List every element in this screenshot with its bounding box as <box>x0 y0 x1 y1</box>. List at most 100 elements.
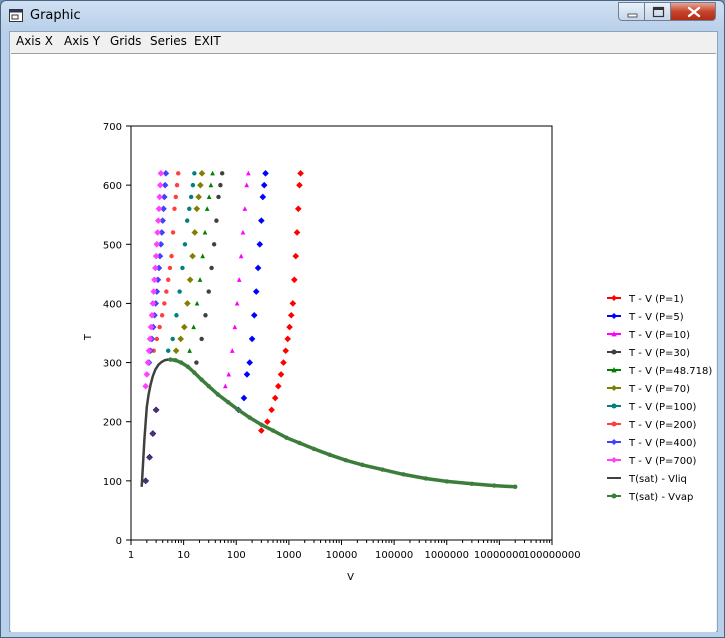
data-point <box>360 462 365 468</box>
client-area: Axis X Axis Y Grids Series EXIT 1 10 100 10… <box>9 31 718 632</box>
data-point <box>187 206 192 212</box>
y-tick-label: 600 <box>103 181 122 192</box>
data-point <box>343 457 348 463</box>
data-point <box>147 454 152 460</box>
x-tick-label: 10000000 <box>474 550 525 561</box>
chart: 1 10 100 1000 10000 100000 1000000 100000001000… <box>83 122 712 583</box>
data-point <box>203 313 208 318</box>
close-button[interactable] <box>670 2 716 21</box>
x-tick-label: 100000 <box>375 550 413 561</box>
window-title: Graphic <box>30 8 81 23</box>
data-point <box>180 265 185 271</box>
data-point <box>219 171 225 176</box>
data-point <box>611 421 617 427</box>
data-point <box>170 336 175 342</box>
data-point <box>166 348 171 353</box>
menu-bar: Axis X Axis Y Grids Series EXIT <box>10 32 717 52</box>
maximize-button[interactable] <box>644 2 671 21</box>
data-point <box>176 171 181 176</box>
data-point <box>194 360 199 365</box>
data-point <box>166 277 171 282</box>
legend-label: T - V (P=400) <box>628 438 696 449</box>
data-point <box>173 194 179 200</box>
data-point <box>206 384 211 389</box>
title-bar[interactable]: Graphic <box>1 1 724 31</box>
data-point <box>611 385 617 391</box>
y-tick-label: 300 <box>103 359 122 370</box>
data-point <box>174 313 179 318</box>
data-point <box>157 324 162 330</box>
x-tick-label: 100000000 <box>523 550 580 561</box>
data-point <box>192 370 197 375</box>
y-axis-label: T <box>83 333 94 341</box>
legend-item: T - V (P=70) <box>607 384 690 395</box>
data-point <box>225 399 231 405</box>
data-point <box>259 422 264 427</box>
data-point <box>444 479 449 484</box>
legend-item: T - V (P=10) <box>607 330 690 341</box>
legend-item: T(sat) - Vliq <box>607 474 687 485</box>
data-point <box>168 357 173 362</box>
data-point <box>611 295 617 301</box>
data-point <box>423 476 429 481</box>
data-point <box>401 472 406 477</box>
legend-label: T(sat) - Vliq <box>628 474 687 485</box>
data-point <box>211 242 217 247</box>
y-tick-label: 200 <box>103 418 122 429</box>
legend-item: T - V (P=1) <box>607 294 684 305</box>
menu-axis-y[interactable]: Axis Y <box>64 34 100 48</box>
plot-frame <box>130 125 553 541</box>
menu-grids[interactable]: Grids <box>110 34 141 48</box>
data-point <box>199 336 204 342</box>
data-point <box>185 218 190 223</box>
data-point <box>513 484 518 489</box>
data-point <box>297 440 302 446</box>
y-tick-label: 700 <box>103 122 122 133</box>
y-tick-label: 500 <box>103 240 122 251</box>
legend-label: T - V (P=1) <box>628 294 684 305</box>
minimize-icon <box>627 13 638 18</box>
maximize-icon <box>652 6 665 18</box>
data-point <box>611 403 617 409</box>
menu-series[interactable]: Series <box>150 34 187 48</box>
menu-axis-x[interactable]: Axis X <box>16 34 53 48</box>
data-point <box>327 452 333 458</box>
data-point <box>199 377 204 382</box>
legend-label: T - V (P=30) <box>628 348 690 359</box>
legend-item: T - V (P=200) <box>607 420 696 431</box>
data-point <box>214 218 219 223</box>
legend-item: T - V (P=5) <box>607 312 684 323</box>
x-tick-label: 1000000 <box>424 550 469 561</box>
data-point <box>270 428 276 433</box>
data-point <box>380 467 385 472</box>
data-point <box>492 483 497 488</box>
data-point <box>150 431 156 436</box>
data-point <box>162 301 167 306</box>
legend-item: T - V (P=30) <box>607 348 690 359</box>
data-point <box>177 289 182 294</box>
legend-label: T - V (P=48.718) <box>628 366 712 377</box>
data-point <box>164 289 169 294</box>
legend-label: T(sat) - Vvap <box>628 492 693 503</box>
y-tick-label: 400 <box>103 299 122 310</box>
legend-item: T(sat) - Vvap <box>607 492 693 503</box>
data-point <box>179 360 184 365</box>
data-point <box>218 182 223 188</box>
data-point <box>611 313 617 319</box>
data-point <box>169 253 174 259</box>
x-tick-label: 100 <box>227 550 246 561</box>
legend-label: T - V (P=700) <box>628 456 696 467</box>
x-tick-label: 10 <box>177 550 190 561</box>
minimize-button[interactable] <box>618 2 645 21</box>
legend-label: T - V (P=5) <box>628 312 684 323</box>
data-point <box>182 242 188 247</box>
data-point <box>174 182 180 188</box>
plot-area: 1 10 100 1000 10000 100000 1000000 10000000 1000… <box>11 53 716 632</box>
data-point <box>172 206 177 212</box>
data-point <box>611 349 617 355</box>
close-icon <box>687 6 701 18</box>
app-window-icon <box>9 9 23 22</box>
menu-exit[interactable]: EXIT <box>194 34 221 48</box>
y-tick-label: 100 <box>103 477 122 488</box>
legend-item: T - V (P=48.718) <box>607 366 712 377</box>
